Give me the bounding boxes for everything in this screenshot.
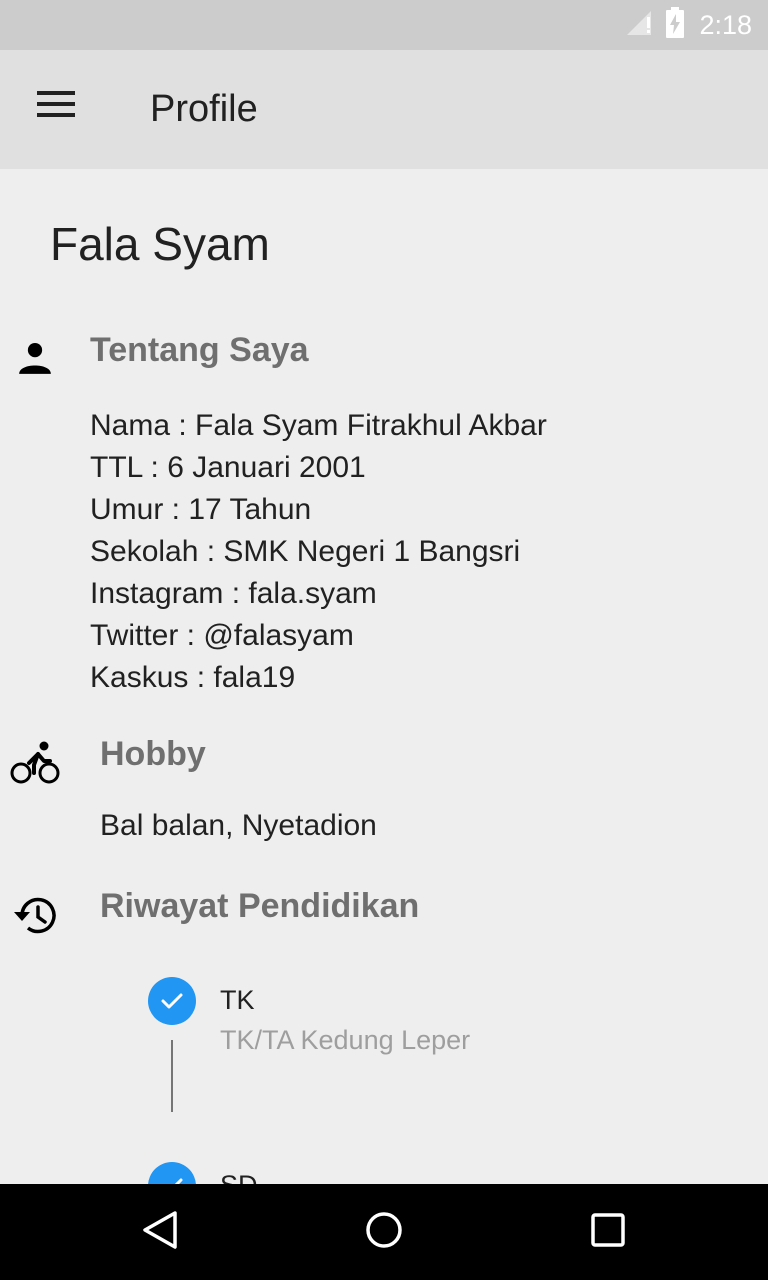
- history-icon: [12, 895, 58, 942]
- about-info: Nama : Fala Syam Fitrakhul Akbar TTL : 6…: [90, 405, 547, 699]
- status-bar: 2:18: [0, 0, 768, 50]
- check-icon: [148, 977, 196, 1025]
- app-bar: Profile: [0, 50, 768, 169]
- hobby-text: Bal balan, Nyetadion: [100, 809, 377, 842]
- status-time: 2:18: [699, 9, 752, 40]
- home-button[interactable]: [352, 1200, 416, 1264]
- navigation-bar: [0, 1184, 768, 1280]
- info-instagram: Instagram : fala.syam: [90, 577, 377, 610]
- back-icon: [141, 1210, 179, 1255]
- timeline-subtitle: TK/TA Kedung Leper: [220, 1025, 471, 1055]
- profile-content[interactable]: Fala Syam Tentang Saya Nama : Fala Syam …: [0, 169, 768, 1184]
- info-school: Sekolah : SMK Negeri 1 Bangsri: [90, 535, 521, 568]
- menu-button[interactable]: [24, 74, 88, 138]
- person-icon: [16, 339, 54, 382]
- info-name: Nama : Fala Syam Fitrakhul Akbar: [90, 409, 547, 442]
- timeline-title: TK: [220, 985, 255, 1015]
- battery-charging-icon: [665, 6, 685, 44]
- about-heading: Tentang Saya: [90, 331, 309, 369]
- back-button[interactable]: [128, 1200, 192, 1264]
- timeline-title: SD: [220, 1170, 258, 1184]
- timeline-connector: [171, 1040, 173, 1112]
- home-icon: [365, 1211, 403, 1254]
- page-title: Profile: [150, 88, 258, 130]
- signal-icon: [625, 9, 655, 42]
- info-twitter: Twitter : @falasyam: [90, 619, 354, 652]
- bike-icon: [10, 741, 60, 790]
- menu-icon: [37, 90, 75, 122]
- education-heading: Riwayat Pendidikan: [100, 887, 420, 925]
- hobby-heading: Hobby: [100, 735, 206, 773]
- info-birth: TTL : 6 Januari 2001: [90, 451, 366, 484]
- profile-name: Fala Syam: [50, 218, 270, 270]
- info-kaskus: Kaskus : fala19: [90, 661, 296, 694]
- check-icon: [148, 1162, 196, 1184]
- recents-icon: [591, 1212, 625, 1252]
- recents-button[interactable]: [576, 1200, 640, 1264]
- status-icons: 2:18: [625, 0, 752, 50]
- info-age: Umur : 17 Tahun: [90, 493, 312, 526]
